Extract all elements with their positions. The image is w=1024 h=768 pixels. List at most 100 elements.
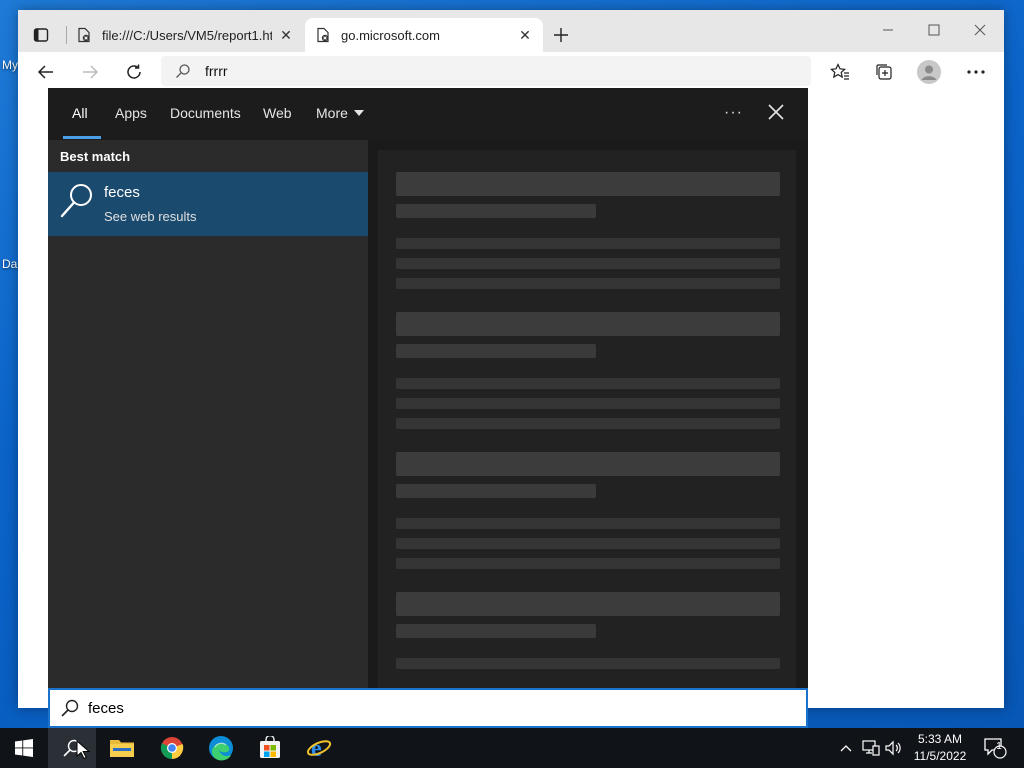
close-tab-button[interactable]: ✕ <box>278 27 294 44</box>
close-icon <box>974 24 986 36</box>
svg-text:e: e <box>311 736 322 761</box>
skeleton-line <box>396 258 780 269</box>
skeleton-block <box>396 204 596 218</box>
close-icon[interactable] <box>766 102 786 122</box>
network-button[interactable] <box>860 728 882 768</box>
start-button[interactable] <box>0 728 48 768</box>
result-title: feces <box>104 184 140 201</box>
search-icon <box>60 184 92 218</box>
skeleton-line <box>396 278 780 289</box>
taskbar: e 5:33 AM 11/5/2022 1 <box>0 728 1024 768</box>
action-center-button[interactable]: 1 <box>980 728 1010 768</box>
arrow-right-icon <box>83 65 99 79</box>
clock-date: 11/5/2022 <box>913 749 967 763</box>
refresh-button[interactable] <box>120 58 148 86</box>
skeleton-line <box>396 398 780 409</box>
best-match-result[interactable]: feces See web results <box>48 172 368 236</box>
skeleton-block <box>396 624 596 638</box>
tab-report1[interactable]: file:///C:/Users/VM5/report1.htm ✕ <box>66 18 304 52</box>
close-window-button[interactable] <box>957 16 1003 44</box>
skeleton-line <box>396 558 780 569</box>
selected-tab-indicator <box>63 136 101 139</box>
network-icon <box>862 740 880 756</box>
plus-icon <box>554 28 568 42</box>
search-flyout: All Apps Documents Web More ··· Best mat… <box>48 88 808 688</box>
search-input[interactable] <box>88 699 768 717</box>
folder-icon <box>110 740 134 757</box>
tab-more[interactable]: More <box>316 105 364 121</box>
taskbar-edge[interactable] <box>197 728 245 768</box>
skeleton-line <box>396 518 780 529</box>
taskbar-store[interactable] <box>246 728 294 768</box>
page-icon <box>78 27 90 43</box>
show-hidden-icons-button[interactable] <box>836 728 856 768</box>
taskbar-internet-explorer[interactable]: e <box>295 728 343 768</box>
skeleton-block <box>396 172 780 196</box>
more-horizontal-icon <box>967 70 985 74</box>
tab-documents[interactable]: Documents <box>170 105 241 121</box>
skeleton-block <box>396 452 780 476</box>
collections-icon <box>876 64 892 80</box>
best-match-heading: Best match <box>60 149 131 164</box>
close-tab-button[interactable]: ✕ <box>517 27 533 44</box>
notification-count: 1 <box>996 741 1002 752</box>
clock[interactable]: 5:33 AM 11/5/2022 <box>900 731 980 765</box>
search-icon <box>176 64 190 78</box>
browser-toolbar: frrrr <box>18 52 1004 90</box>
edge-icon <box>209 736 233 761</box>
skeleton-line <box>396 538 780 549</box>
skeleton-block <box>396 312 780 336</box>
avatar-icon <box>917 60 941 84</box>
chevron-up-icon <box>840 745 852 752</box>
tab-more-label: More <box>316 105 348 121</box>
preview-skeleton <box>378 150 796 688</box>
page-icon <box>317 27 329 43</box>
taskbar-chrome[interactable] <box>148 728 196 768</box>
star-list-icon <box>830 63 849 80</box>
address-text[interactable]: frrrr <box>205 63 228 79</box>
windows-logo-icon <box>15 739 33 757</box>
back-button[interactable] <box>32 58 60 86</box>
search-options-button[interactable]: ··· <box>724 104 743 122</box>
refresh-icon <box>127 64 141 79</box>
clock-time: 5:33 AM <box>917 732 963 746</box>
search-scope-tabs: All Apps Documents Web More ··· <box>48 88 808 140</box>
skeleton-line <box>396 658 780 669</box>
favorites-button[interactable] <box>826 58 854 86</box>
skeleton-block <box>396 592 780 616</box>
minimize-icon <box>883 29 893 31</box>
preview-pane-loading <box>368 140 808 688</box>
skeleton-line <box>396 418 780 429</box>
tab-go-microsoft[interactable]: go.microsoft.com ✕ <box>305 18 543 52</box>
profile-button[interactable] <box>915 58 943 86</box>
collections-button[interactable] <box>870 58 898 86</box>
chrome-icon <box>160 737 184 759</box>
maximize-icon <box>928 24 940 36</box>
search-box[interactable] <box>48 688 808 728</box>
forward-button[interactable] <box>76 58 104 86</box>
tab-actions-button[interactable] <box>30 24 52 46</box>
results-pane: Best match feces See web results <box>48 140 368 688</box>
store-icon <box>260 736 280 758</box>
taskbar-file-explorer[interactable] <box>98 728 146 768</box>
result-subtitle: See web results <box>104 209 197 224</box>
desktop-icon-label-fragment: My <box>2 58 18 72</box>
skeleton-line <box>396 378 780 389</box>
maximize-button[interactable] <box>911 16 957 44</box>
tab-web[interactable]: Web <box>263 105 292 121</box>
skeleton-block <box>396 344 596 358</box>
chevron-down-icon <box>353 110 364 117</box>
minimize-button[interactable] <box>865 16 911 44</box>
tab-title: go.microsoft.com <box>341 27 440 43</box>
internet-explorer-icon: e <box>306 736 332 761</box>
arrow-left-icon <box>37 65 53 79</box>
tab-strip: file:///C:/Users/VM5/report1.htm ✕ go.mi… <box>18 10 1004 52</box>
address-bar[interactable]: frrrr <box>161 56 811 86</box>
tab-all[interactable]: All <box>72 105 88 121</box>
tab-apps[interactable]: Apps <box>115 105 147 121</box>
skeleton-line <box>396 238 780 249</box>
tab-title: file:///C:/Users/VM5/report1.htm <box>102 27 272 43</box>
new-tab-button[interactable] <box>550 24 572 46</box>
desktop-icon-label-fragment: Da <box>2 257 18 271</box>
settings-more-button[interactable] <box>962 58 990 86</box>
